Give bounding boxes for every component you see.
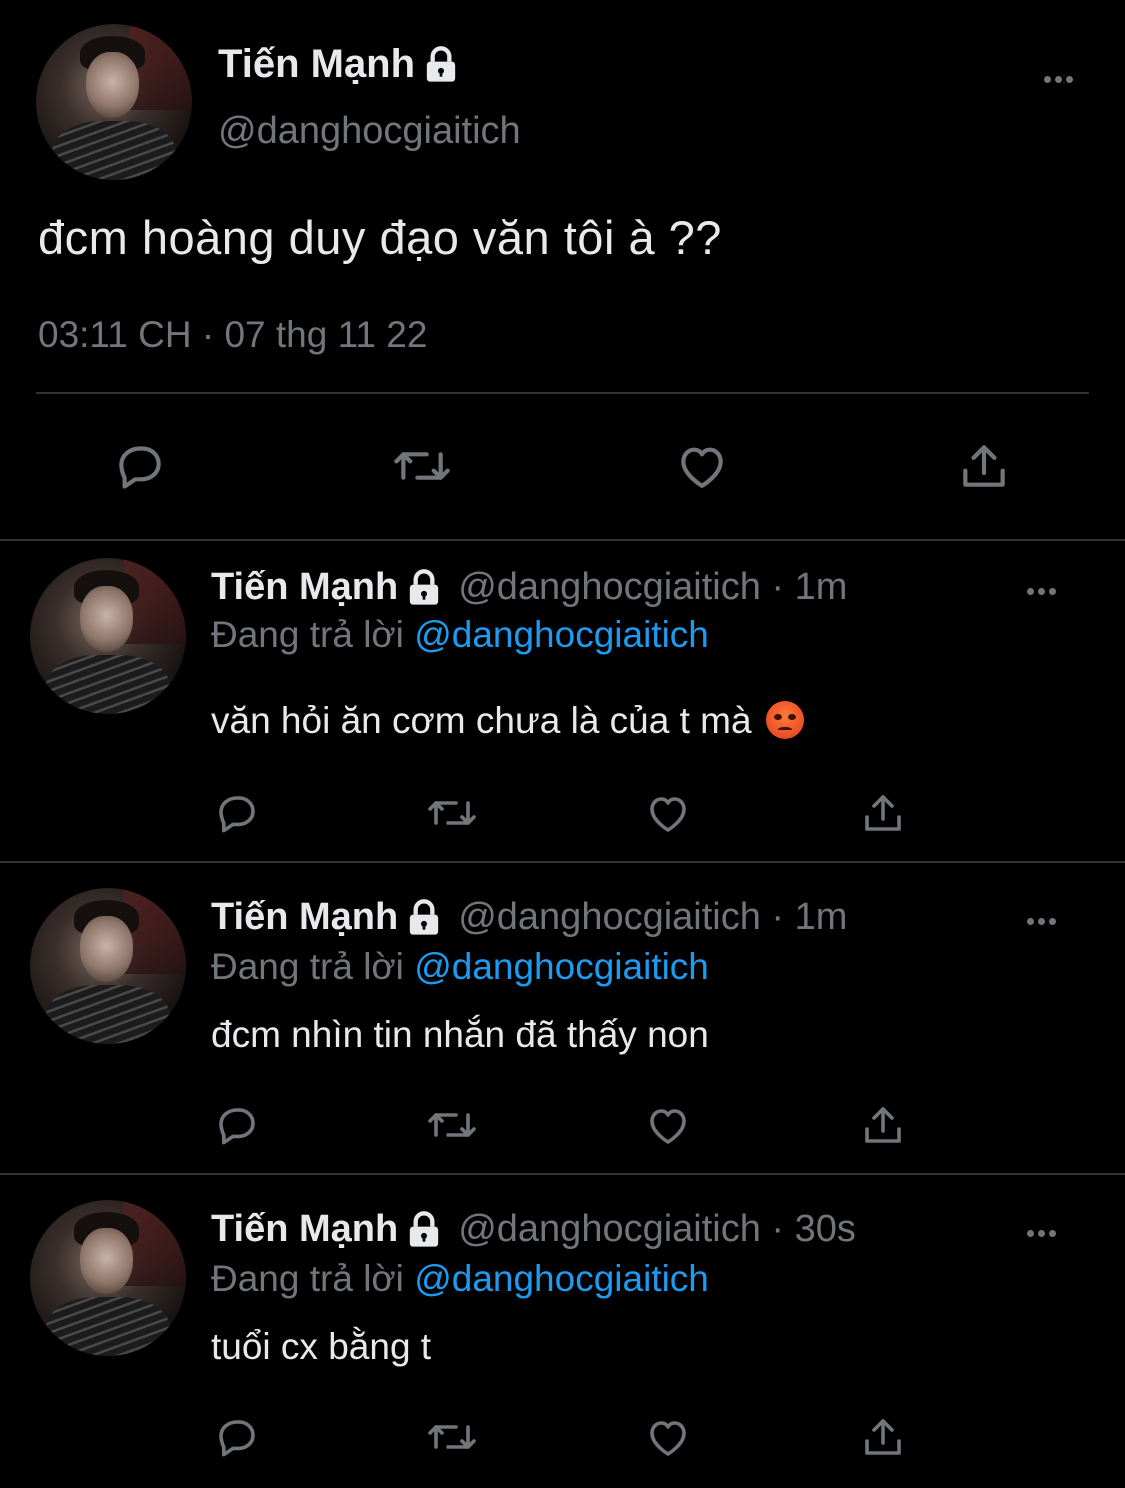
mention-link[interactable]: @danghocgiaitich <box>414 946 709 987</box>
replying-to: Đang trả lời @danghocgiaitich <box>211 1258 709 1299</box>
display-name[interactable]: Tiến Mạnh <box>211 566 398 609</box>
reply-icon[interactable] <box>212 1100 262 1150</box>
display-name[interactable]: Tiến Mạnh <box>218 42 415 87</box>
like-icon[interactable] <box>642 788 694 838</box>
mention-link[interactable]: @danghocgiaitich <box>414 614 709 655</box>
like-icon[interactable] <box>642 1100 694 1150</box>
retweet-icon[interactable] <box>424 1100 480 1150</box>
retweet-icon[interactable] <box>424 1412 480 1462</box>
avatar[interactable] <box>30 1200 186 1356</box>
more-icon[interactable] <box>1025 582 1058 600</box>
lock-icon <box>404 568 444 608</box>
more-icon[interactable] <box>1025 912 1058 930</box>
reply-text: văn hỏi ăn cơm chưa là của t mà <box>211 700 804 742</box>
reply-text: đcm nhìn tin nhắn đã thấy non <box>211 1014 709 1055</box>
handle[interactable]: @danghocgiaitich <box>218 110 521 153</box>
handle-time[interactable]: @danghocgiaitich · 30s <box>458 1208 856 1251</box>
handle-time[interactable]: @danghocgiaitich · 1m <box>458 896 847 939</box>
lock-icon <box>404 898 444 938</box>
mention-link[interactable]: @danghocgiaitich <box>414 1258 709 1299</box>
share-icon[interactable] <box>858 1412 908 1462</box>
like-icon[interactable] <box>672 436 732 496</box>
share-icon[interactable] <box>954 436 1014 496</box>
retweet-icon[interactable] <box>424 788 480 838</box>
handle-time[interactable]: @danghocgiaitich · 1m <box>458 566 847 609</box>
retweet-icon[interactable] <box>390 436 454 496</box>
reply-icon[interactable] <box>110 436 170 496</box>
reply-icon[interactable] <box>212 788 262 838</box>
reply-tweet[interactable]: Tiến Mạnh @danghocgiaitich · 1m Đang trả… <box>0 540 1125 862</box>
display-name[interactable]: Tiến Mạnh <box>211 1208 398 1251</box>
more-icon[interactable] <box>1042 70 1075 88</box>
reply-icon[interactable] <box>212 1412 262 1462</box>
timestamp[interactable]: 03:11 CH · 07 thg 11 22 <box>38 314 427 356</box>
tweet-text: đcm hoàng duy đạo văn tôi à ?? <box>38 211 722 264</box>
replying-to: Đang trả lời @danghocgiaitich <box>211 614 709 655</box>
avatar[interactable] <box>30 558 186 714</box>
replying-to: Đang trả lời @danghocgiaitich <box>211 946 709 987</box>
lock-icon <box>421 45 461 85</box>
share-icon[interactable] <box>858 788 908 838</box>
reply-text: tuổi cx bằng t <box>211 1326 432 1367</box>
lock-icon <box>404 1210 444 1250</box>
more-icon[interactable] <box>1025 1224 1058 1242</box>
main-tweet: Tiến Mạnh @danghocgiaitich đcm hoàng duy… <box>0 0 1125 540</box>
angry-face-emoji <box>765 701 804 739</box>
reply-tweet[interactable]: Tiến Mạnh @danghocgiaitich · 1m Đang trả… <box>0 862 1125 1174</box>
share-icon[interactable] <box>858 1100 908 1150</box>
avatar[interactable] <box>36 24 192 180</box>
reply-tweet[interactable]: Tiến Mạnh @danghocgiaitich · 30s Đang tr… <box>0 1174 1125 1488</box>
divider <box>36 392 1089 394</box>
avatar[interactable] <box>30 888 186 1044</box>
display-name[interactable]: Tiến Mạnh <box>211 896 398 939</box>
like-icon[interactable] <box>642 1412 694 1462</box>
